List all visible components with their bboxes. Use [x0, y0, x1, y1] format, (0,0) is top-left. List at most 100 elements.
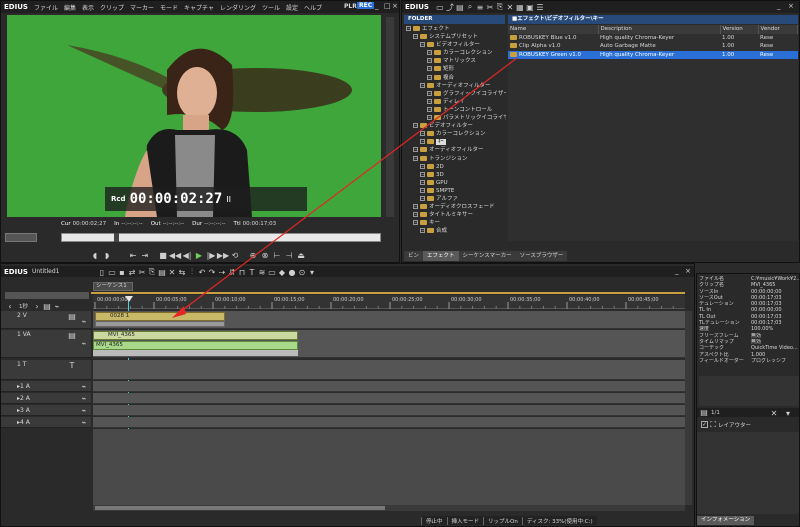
tree-item[interactable]: − ビデオフィルター	[406, 41, 506, 49]
track-lane-3a[interactable]	[93, 405, 685, 416]
expand-icon[interactable]: −	[413, 204, 418, 210]
audio-mixer-icon[interactable]: ≋	[257, 267, 267, 277]
up-folder-icon[interactable]: ⤴	[445, 2, 455, 12]
undo-icon[interactable]: ↶	[197, 267, 207, 277]
tree-item[interactable]: − オーディオフィルター	[406, 82, 506, 90]
expand-icon[interactable]: −	[420, 228, 425, 234]
tab-sequence-marker[interactable]: シーケンスマーカー	[458, 251, 516, 261]
track-link-icon[interactable]: ⌁	[79, 338, 89, 348]
expand-icon[interactable]: −	[427, 90, 432, 96]
copy-clip-icon[interactable]: ⎘	[147, 267, 157, 277]
tree-item[interactable]: − キー	[406, 219, 506, 227]
menu-render[interactable]: レンダリング	[220, 3, 256, 12]
link-icon[interactable]: ⌁	[52, 301, 62, 311]
tab-effect[interactable]: エフェクト	[423, 251, 459, 261]
new-project-icon[interactable]: ▯	[97, 267, 107, 277]
tab-bin[interactable]: ビン	[404, 251, 424, 261]
track-header-4a[interactable]: ▸4 A ⌁	[1, 417, 91, 428]
expand-icon[interactable]: −	[413, 155, 418, 161]
expand-icon[interactable]: −	[413, 123, 418, 129]
expand-icon[interactable]: −	[427, 106, 432, 112]
track-lane-2a[interactable]	[93, 393, 685, 404]
tree-item[interactable]: − カラーコレクション	[406, 130, 506, 138]
tree-item[interactable]: − 矩形	[406, 65, 506, 73]
search-icon[interactable]: ⌕	[465, 2, 475, 12]
col-vendor[interactable]: Vendor	[758, 25, 798, 34]
split-icon[interactable]: ⊢	[271, 249, 283, 261]
expand-icon[interactable]: −	[420, 187, 425, 193]
effect-close-icon[interactable]: ×	[788, 2, 794, 10]
track-header-2v[interactable]: 2 V ▤ ⌁	[1, 311, 91, 329]
expand-icon[interactable]: −	[420, 139, 425, 145]
tree-item[interactable]: − トランジション	[406, 155, 506, 163]
tree-item[interactable]: − マトリックス	[406, 57, 506, 65]
layer-icon[interactable]: ▤	[699, 408, 709, 418]
tree-item[interactable]: − 3D	[406, 171, 506, 179]
shuttle-slider[interactable]	[5, 233, 37, 242]
track-lane-1va[interactable]: MVI_4365 MVI_4365	[93, 330, 685, 358]
tree-item[interactable]: − 合成	[406, 227, 506, 235]
audio-link-icon[interactable]: ⌁	[79, 405, 89, 415]
menu-tools[interactable]: ツール	[262, 3, 280, 12]
zoom-out-icon[interactable]: ‹	[5, 301, 15, 311]
zoom-slider[interactable]	[5, 292, 89, 299]
clip-2v[interactable]: 0028 1	[95, 312, 225, 321]
menu-help[interactable]: ヘルプ	[304, 3, 322, 12]
expand-icon[interactable]: −	[420, 131, 425, 137]
track-settings-icon[interactable]: ▤	[42, 301, 52, 311]
menu-capture[interactable]: キャプチャ	[184, 3, 214, 12]
export-icon[interactable]: ⊙	[297, 267, 307, 277]
tab-information[interactable]: インフォメーション	[697, 516, 755, 525]
layer-settings-icon[interactable]: ▾	[783, 408, 793, 418]
tree-item[interactable]: − エフェクト	[406, 25, 506, 33]
view-icon[interactable]: ▣	[525, 2, 535, 12]
track-lane-1t[interactable]	[93, 360, 685, 380]
track-lane-1a[interactable]	[93, 381, 685, 392]
expand-icon[interactable]: −	[427, 58, 432, 64]
status-insert-mode[interactable]: 挿入モード	[446, 516, 484, 525]
ratio-value[interactable]: 1秒	[19, 302, 28, 310]
track-header-2a[interactable]: ▸2 A ⌁	[1, 393, 91, 404]
expand-icon[interactable]: −	[413, 212, 418, 218]
sync-lock-icon[interactable]: ⇵	[227, 267, 237, 277]
clip-1va-video[interactable]: MVI_4365	[93, 331, 298, 340]
position-bar[interactable]	[61, 233, 381, 242]
tree-item[interactable]: − 複合	[406, 74, 506, 82]
menu-mode[interactable]: モード	[160, 3, 178, 12]
trim-icon[interactable]: ⊣	[283, 249, 295, 261]
expand-icon[interactable]: −	[413, 34, 418, 40]
rewind-icon[interactable]: ◀◀	[169, 249, 181, 261]
tab-source-browser[interactable]: ソースブラウザー	[515, 251, 568, 261]
set-out-icon[interactable]: ◗	[101, 249, 113, 261]
table-row[interactable]: ROBUSKEY Blue v1.0 High quality Chroma-K…	[508, 34, 798, 43]
expand-icon[interactable]: −	[427, 98, 432, 104]
minimize-icon[interactable]: _	[375, 2, 379, 10]
expand-icon[interactable]: −	[420, 195, 425, 201]
menu-marker[interactable]: マーカー	[130, 3, 154, 12]
vertical-scrollbar[interactable]	[685, 311, 692, 505]
expand-icon[interactable]: −	[420, 179, 425, 185]
marker-icon[interactable]: ◆	[277, 267, 287, 277]
tree-item[interactable]: − ビデオフィルター	[406, 122, 506, 130]
tree-item[interactable]: − オーディオフィルター	[406, 146, 506, 154]
tree-item[interactable]: − ディレイ	[406, 98, 506, 106]
track-link-icon[interactable]: ⌁	[79, 316, 89, 326]
output-icon[interactable]: ⏏	[295, 249, 307, 261]
insert-icon[interactable]: ⊕	[247, 249, 259, 261]
redo-icon[interactable]: ↷	[207, 267, 217, 277]
expand-icon[interactable]: −	[427, 115, 432, 121]
table-row[interactable]: Clip Alpha v1.0 Auto Garbage Matte 1.00 …	[508, 42, 798, 51]
layer-delete-icon[interactable]: ✕	[769, 408, 779, 418]
track-header-3a[interactable]: ▸3 A ⌁	[1, 405, 91, 416]
tree-item[interactable]: − 2D	[406, 163, 506, 171]
menu-view[interactable]: 表示	[82, 3, 94, 12]
video-track-icon[interactable]: ▤	[67, 311, 77, 321]
menu-icon[interactable]: ≡	[475, 2, 485, 12]
col-description[interactable]: Description	[598, 25, 721, 34]
tree-item[interactable]: − オーディオクロスフェード	[406, 203, 506, 211]
folder-icon[interactable]: ▭	[435, 2, 445, 12]
audio-link-icon[interactable]: ⌁	[79, 381, 89, 391]
layer-check-icon[interactable]: ✓	[701, 421, 708, 428]
fast-forward-icon[interactable]: ▶▶	[217, 249, 229, 261]
timeline-close-icon[interactable]: ×	[685, 267, 691, 275]
